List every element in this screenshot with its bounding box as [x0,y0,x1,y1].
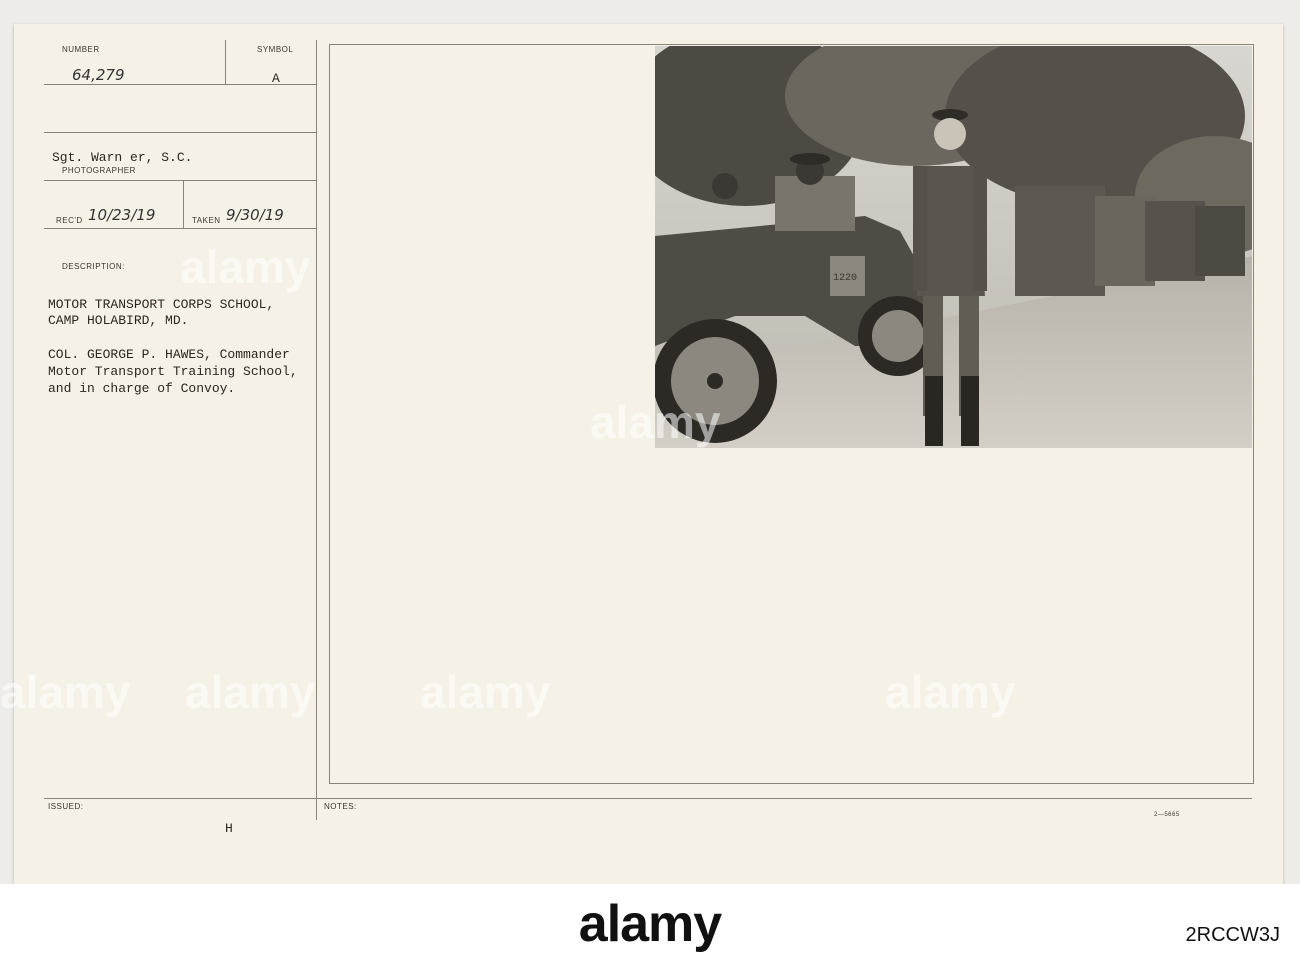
description-line-1: MOTOR TRANSPORT CORPS SCHOOL, [48,297,275,312]
plate-number: 1220 [833,273,857,284]
recd-label: REC'D [56,216,83,225]
divider [44,132,316,133]
notes-label: NOTES: [324,802,357,811]
divider [44,180,316,181]
archive-record-card: NUMBER SYMBOL 64,279 A Sgt. Warn er, S.C… [14,24,1283,884]
number-value: 64,279 [72,66,125,84]
divider [225,40,226,84]
caption-line-3: and in charge of Convoy. [48,381,236,396]
convoy-photograph: 1220 [655,46,1252,448]
photographer-label: PHOTOGRAPHER [62,166,136,175]
symbol-label: SYMBOL [257,45,294,54]
caption-line-1: COL. GEORGE P. HAWES, Commander [48,347,290,362]
number-label: NUMBER [62,45,100,54]
taken-label: TAKEN [192,216,221,225]
issued-label: ISSUED: [48,802,84,811]
brand-logo: alamy [578,895,722,953]
divider [44,228,316,229]
taken-value: 9/30/19 [226,206,284,224]
caption-line-2: Motor Transport Training School, [48,364,298,379]
divider [44,798,1252,799]
photographer-value: Sgt. Warn er, S.C. [52,150,193,165]
description-line-2: CAMP HOLABIRD, MD. [48,313,189,328]
stock-footer-bar: alamy 2RCCW3J [0,884,1300,974]
divider [44,84,316,85]
form-code: 2—5665 [1154,812,1180,818]
image-id: 2RCCW3J [1185,924,1280,946]
column-divider [316,40,317,820]
photograph-image: 1220 [655,46,1252,448]
description-label: DESCRIPTION: [62,262,125,271]
recd-value: 10/23/19 [88,206,156,224]
issued-value: H [225,821,233,836]
divider [183,180,184,228]
